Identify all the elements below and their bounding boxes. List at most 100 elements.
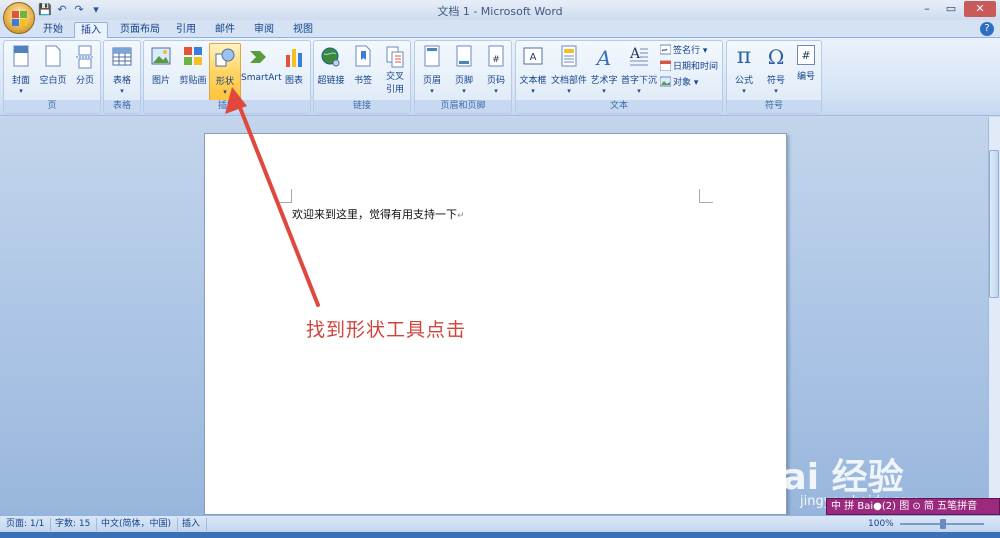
tab-references[interactable]: 引用 [172, 22, 200, 38]
svg-text:#: # [492, 55, 500, 65]
hyperlink-button[interactable]: 超链接 [315, 43, 347, 101]
cross-reference-button[interactable]: 交叉 引用 [379, 43, 411, 101]
page-break-button[interactable]: 分页 [69, 43, 101, 101]
dropdown-icon: ▾ [693, 78, 699, 88]
dropdown-icon: ▾ [120, 87, 124, 95]
group-label-symbols: 符号 [727, 100, 821, 113]
smartart-button[interactable]: SmartArt [241, 43, 282, 101]
equation-button[interactable]: π 公式 ▾ [728, 43, 760, 101]
cover-page-label: 封面 [11, 76, 30, 86]
blank-page-label: 空白页 [39, 76, 67, 86]
group-illustrations: 图片 剪贴画 形状 ▾ SmartArt 图表 插图 [143, 40, 311, 114]
dropdown-icon: ▾ [602, 87, 606, 95]
tab-view[interactable]: 视图 [289, 22, 317, 38]
footer-label: 页脚 [454, 76, 473, 86]
quick-parts-label: 文档部件 [551, 76, 588, 86]
date-time-button[interactable]: 日期和时间 [660, 60, 718, 74]
chart-icon [286, 49, 302, 67]
shapes-button[interactable]: 形状 ▾ [209, 43, 241, 101]
margin-corner-top-right [699, 189, 713, 203]
dropdown-icon: ▾ [774, 87, 778, 95]
picture-icon [151, 47, 171, 65]
dropdown-icon: ▾ [494, 87, 498, 95]
header-button[interactable]: 页眉 ▾ [416, 43, 448, 101]
clipart-button[interactable]: 剪贴画 [177, 43, 209, 101]
margin-corner-top-left [278, 189, 292, 203]
tab-insert[interactable]: 插入 [74, 22, 108, 38]
chart-button[interactable]: 图表 [278, 43, 310, 101]
dropdown-icon: ▾ [19, 87, 23, 95]
group-label-header-footer: 页眉和页脚 [415, 100, 511, 113]
text-box-icon: A [523, 47, 543, 65]
group-tables: 表格 ▾ 表格 [103, 40, 141, 114]
office-logo-icon [12, 11, 27, 26]
table-button[interactable]: 表格 ▾ [106, 43, 138, 101]
ime-toolbar[interactable]: 中 拼 Bai●(2) 图 ⊙ 简 五笔拼音 [826, 498, 1000, 515]
group-header-footer: 页眉 ▾ 页脚 ▾ # 页码 ▾ 页眉和页脚 [414, 40, 512, 114]
maximize-button[interactable]: ▭ [940, 1, 962, 17]
symbol-button[interactable]: Ω 符号 ▾ [760, 43, 792, 101]
tab-home[interactable]: 开始 [38, 22, 68, 38]
dropdown-icon: ▾ [742, 87, 746, 95]
wordart-button[interactable]: A 艺术字 ▾ [588, 43, 620, 101]
paragraph-mark-icon: ↵ [457, 211, 465, 221]
bookmark-button[interactable]: 书签 [347, 43, 379, 101]
status-word-count[interactable]: 字数: 15 [55, 518, 98, 531]
document-body-text[interactable]: 欢迎来到这里，觉得有用支持一下↵ [292, 206, 465, 222]
baidu-watermark: Bai 经验 [755, 457, 904, 498]
tab-page-layout[interactable]: 页面布局 [116, 22, 164, 38]
quick-parts-button[interactable]: 文档部件 ▾ [551, 43, 587, 101]
group-links: 超链接 书签 交叉 引用 链接 [313, 40, 411, 114]
number-label: 编号 [796, 72, 815, 82]
text-box-label: 文本框 [519, 76, 547, 86]
page-break-icon [76, 45, 94, 69]
number-button[interactable]: # 编号 [790, 43, 822, 101]
close-button[interactable]: ✕ [964, 1, 996, 17]
bookmark-label: 书签 [353, 76, 372, 86]
svg-text:A: A [530, 52, 537, 63]
zoom-slider-knob[interactable] [940, 519, 946, 529]
page-break-label: 分页 [75, 76, 94, 86]
annotation-text: 找到形状工具点击 [306, 319, 467, 341]
header-label: 页眉 [422, 76, 441, 86]
cover-page-icon [13, 45, 29, 67]
status-insert-mode[interactable]: 插入 [182, 518, 208, 531]
object-label: 对象 [673, 78, 692, 88]
symbol-label: 符号 [766, 76, 785, 86]
help-icon[interactable]: ? [980, 22, 994, 36]
cover-page-button[interactable]: 封面 ▾ [5, 43, 37, 101]
dropdown-icon: ▾ [531, 87, 535, 95]
drop-cap-button[interactable]: A 首字下沉 ▾ [621, 43, 657, 101]
dropdown-icon: ▾ [702, 46, 708, 56]
group-symbols: π 公式 ▾ Ω 符号 ▾ # 编号 符号 [726, 40, 822, 114]
hyperlink-label: 超链接 [317, 76, 345, 86]
bookmark-icon [355, 45, 371, 67]
signature-line-button[interactable]: 签名行 ▾ [660, 44, 707, 58]
zoom-level[interactable]: 100% [868, 518, 894, 531]
blank-page-icon [45, 45, 61, 67]
status-page[interactable]: 页面: 1/1 [6, 518, 52, 531]
status-language[interactable]: 中文(简体，中国) [101, 518, 179, 531]
minimize-button[interactable]: – [916, 1, 938, 17]
group-label-tables: 表格 [104, 100, 140, 113]
footer-button[interactable]: 页脚 ▾ [448, 43, 480, 101]
blank-page-button[interactable]: 空白页 [37, 43, 69, 101]
office-button[interactable] [3, 2, 35, 34]
taskbar [0, 532, 1000, 538]
object-button[interactable]: 对象 ▾ [660, 76, 698, 90]
page-number-button[interactable]: # 页码 ▾ [480, 43, 512, 101]
document-page[interactable]: 欢迎来到这里，觉得有用支持一下↵ [204, 133, 787, 515]
window-controls: – ▭ ✕ [916, 1, 996, 17]
drop-cap-label: 首字下沉 [621, 76, 658, 86]
picture-button[interactable]: 图片 [145, 43, 177, 101]
text-box-button[interactable]: A 文本框 ▾ [517, 43, 549, 101]
dropdown-icon: ▾ [637, 87, 641, 95]
scrollbar-thumb[interactable] [989, 150, 999, 298]
tab-review[interactable]: 审阅 [250, 22, 278, 38]
tab-mailings[interactable]: 邮件 [211, 22, 239, 38]
header-icon [424, 45, 440, 67]
cross-reference-icon [386, 46, 404, 68]
status-bar: 页面: 1/1 字数: 15 中文(简体，中国) 插入 100% [0, 515, 1000, 532]
omega-icon: Ω [767, 45, 785, 69]
page-number-icon: # [488, 45, 504, 67]
